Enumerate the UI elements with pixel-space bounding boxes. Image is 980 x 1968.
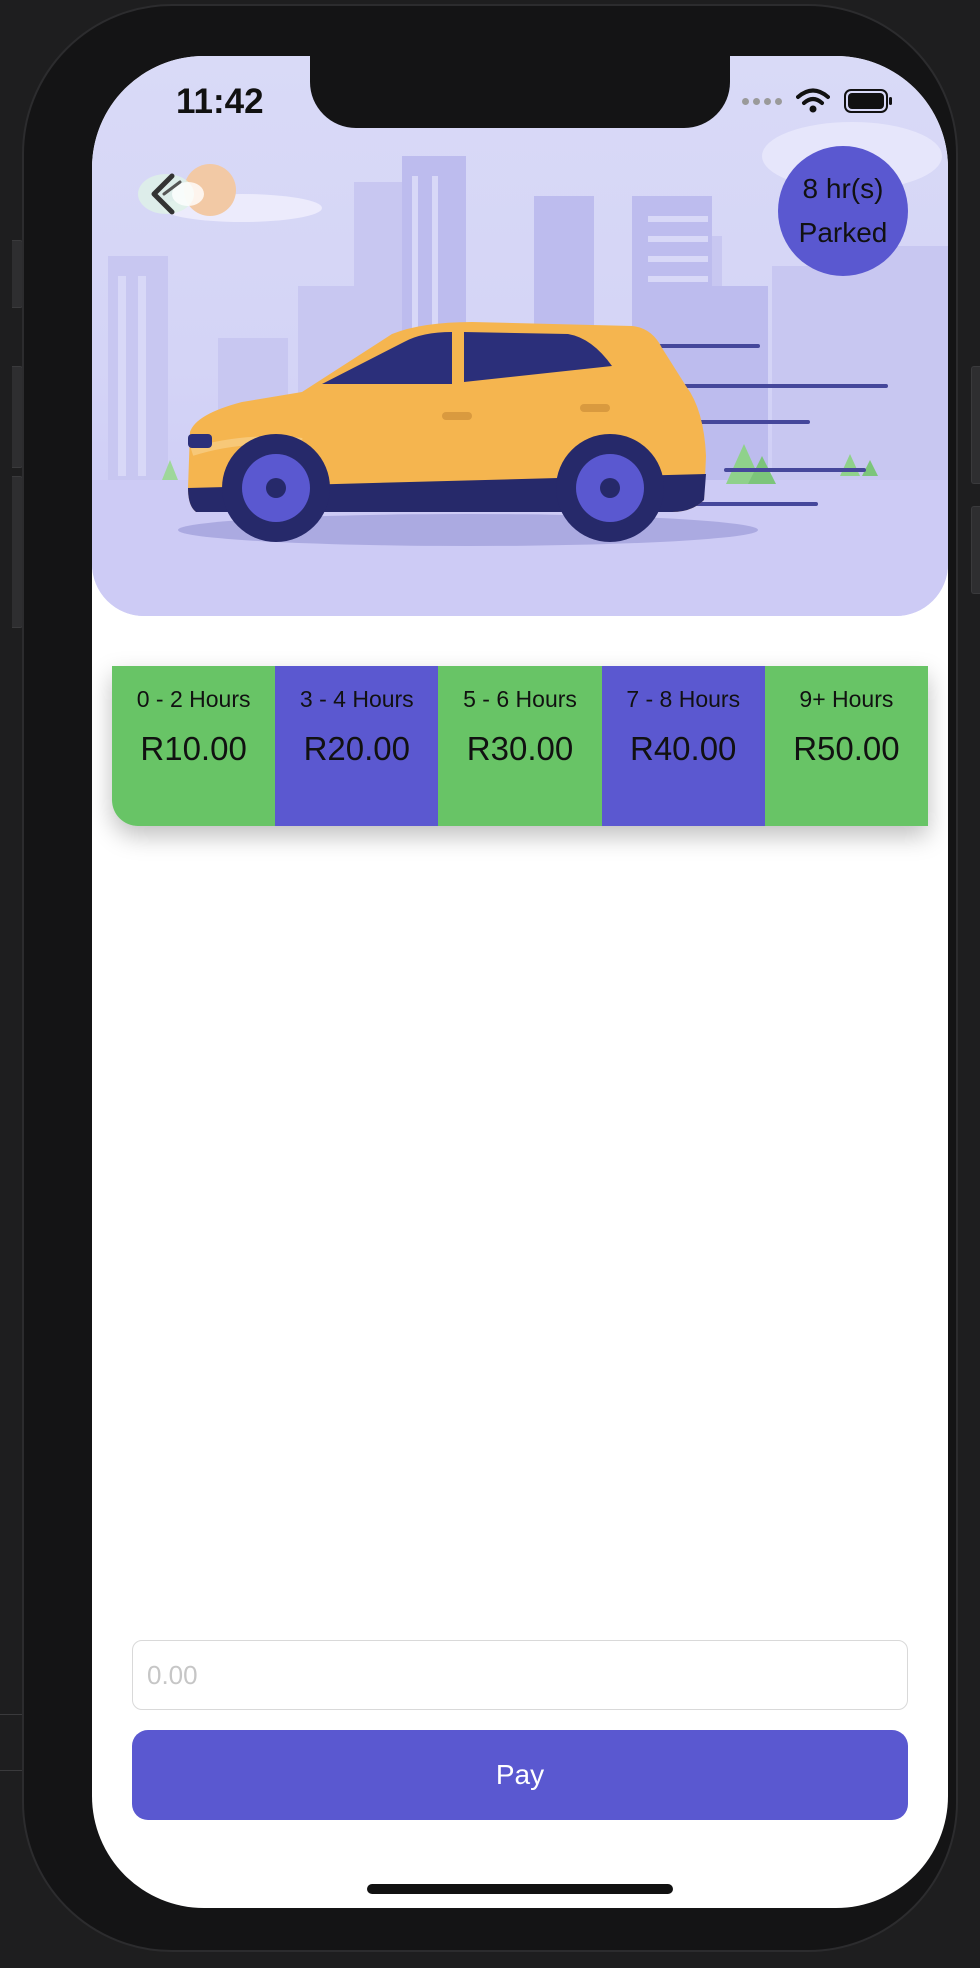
- rate-price: R40.00: [630, 730, 737, 767]
- background-editor-edge: [0, 0, 23, 1968]
- rate-duration: 0 - 2 Hours: [136, 686, 251, 712]
- rate-duration: 7 - 8 Hours: [626, 686, 741, 712]
- home-indicator[interactable]: [367, 1884, 673, 1894]
- parked-hours: 8 hr(s): [802, 173, 884, 204]
- editor-panel-edge: [971, 506, 980, 594]
- status-icons: [742, 88, 894, 114]
- back-chevron-icon: [138, 173, 204, 215]
- device-notch: [310, 56, 730, 128]
- rate-duration: 5 - 6 Hours: [463, 686, 577, 712]
- status-time: 11:42: [176, 82, 264, 121]
- pay-button[interactable]: Pay: [132, 1730, 908, 1820]
- rate-cell: 9+ Hours R50.00: [764, 666, 928, 826]
- rate-duration: 3 - 4 Hours: [299, 686, 414, 712]
- hero-banner: 8 hr(s) Parked: [92, 56, 948, 616]
- wifi-icon: [796, 88, 830, 113]
- rate-price: R50.00: [793, 730, 900, 767]
- battery-icon: [844, 89, 892, 113]
- signal-icon: [742, 97, 782, 105]
- city-car-illustration: [92, 122, 948, 616]
- rate-cell: 3 - 4 Hours R20.00: [275, 666, 439, 826]
- amount-input[interactable]: [132, 1640, 908, 1710]
- app-screen: 8 hr(s) Parked 11:42 0 - 2 Hours R10.00 …: [92, 56, 948, 1908]
- parking-rates-table: 0 - 2 Hours R10.00 3 - 4 Hours R20.00 5 …: [112, 666, 928, 826]
- editor-panel-edge: [971, 366, 980, 484]
- rate-cell: 0 - 2 Hours R10.00: [112, 666, 276, 826]
- back-button[interactable]: [136, 164, 216, 224]
- rate-price: R20.00: [303, 730, 411, 767]
- rate-duration: 9+ Hours: [799, 686, 894, 712]
- parked-label: Parked: [798, 217, 888, 248]
- rate-price: R10.00: [140, 730, 247, 767]
- rate-cell: 5 - 6 Hours R30.00: [438, 666, 602, 826]
- rate-price: R30.00: [466, 730, 574, 767]
- rate-cell: 7 - 8 Hours R40.00: [601, 666, 765, 826]
- editor-divider: [0, 1714, 22, 1715]
- phone-frame: 8 hr(s) Parked 11:42 0 - 2 Hours R10.00 …: [22, 4, 958, 1952]
- parked-duration-badge: 8 hr(s) Parked: [778, 146, 908, 276]
- editor-divider: [0, 1770, 22, 1771]
